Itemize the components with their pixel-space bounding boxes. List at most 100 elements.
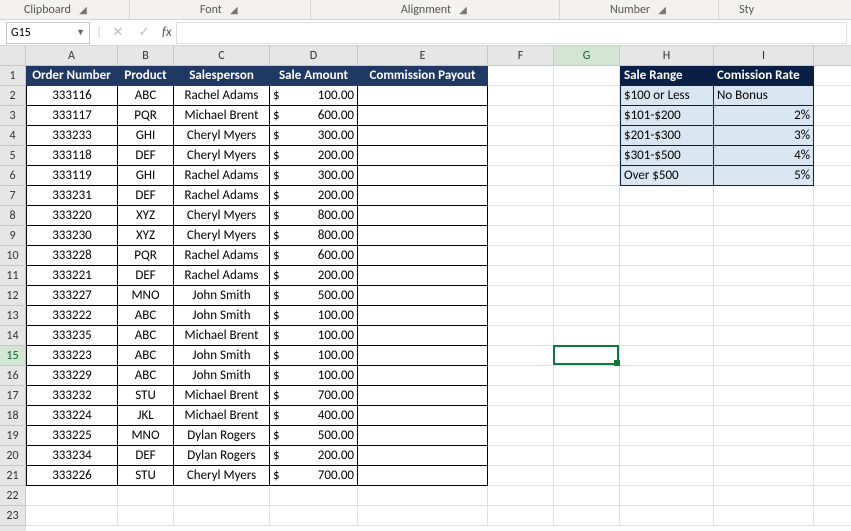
commission-rate[interactable]: 3%	[714, 126, 814, 146]
cell[interactable]	[488, 226, 554, 246]
cell[interactable]	[554, 506, 620, 526]
cell[interactable]	[554, 126, 620, 146]
cell[interactable]	[26, 486, 118, 506]
order-number[interactable]: 333222	[26, 306, 118, 326]
salesperson[interactable]: John Smith	[174, 366, 270, 386]
sale-range[interactable]: $201-$300	[620, 126, 714, 146]
cell[interactable]	[26, 506, 118, 526]
cell[interactable]	[488, 406, 554, 426]
cell[interactable]	[554, 206, 620, 226]
sale-amount[interactable]: $800.00	[270, 206, 358, 226]
sale-amount[interactable]: $600.00	[270, 246, 358, 266]
formula-cancel-icon[interactable]: ✕	[108, 23, 128, 43]
cell[interactable]	[554, 446, 620, 466]
cell[interactable]	[488, 66, 554, 86]
cell[interactable]	[714, 446, 814, 466]
name-box[interactable]: G15 ▼	[6, 22, 90, 44]
sale-amount[interactable]: $100.00	[270, 306, 358, 326]
cell[interactable]	[358, 486, 488, 506]
cell[interactable]	[814, 366, 851, 386]
sale-amount[interactable]: $600.00	[270, 106, 358, 126]
sale-amount[interactable]: $500.00	[270, 426, 358, 446]
row-header-3[interactable]: 3	[0, 106, 26, 126]
col-header-D[interactable]: D	[270, 46, 358, 66]
cell[interactable]	[488, 446, 554, 466]
cell[interactable]	[488, 286, 554, 306]
cell[interactable]	[554, 166, 620, 186]
order-number[interactable]: 333221	[26, 266, 118, 286]
commission-payout[interactable]	[358, 146, 488, 166]
cell[interactable]	[714, 246, 814, 266]
commission-payout[interactable]	[358, 126, 488, 146]
salesperson[interactable]: Michael Brent	[174, 106, 270, 126]
commission-rate[interactable]: 4%	[714, 146, 814, 166]
sale-range[interactable]: $101-$200	[620, 106, 714, 126]
header-salesperson[interactable]: Salesperson	[174, 66, 270, 86]
fx-icon[interactable]: fx	[162, 25, 172, 40]
product[interactable]: PQR	[118, 106, 174, 126]
cell[interactable]	[488, 346, 554, 366]
cell[interactable]	[814, 66, 851, 86]
sale-amount[interactable]: $400.00	[270, 406, 358, 426]
product[interactable]: GHI	[118, 166, 174, 186]
cell[interactable]	[118, 506, 174, 526]
product[interactable]: PQR	[118, 246, 174, 266]
order-number[interactable]: 333234	[26, 446, 118, 466]
cell[interactable]	[270, 486, 358, 506]
cell[interactable]	[714, 286, 814, 306]
cell[interactable]	[554, 146, 620, 166]
sale-amount[interactable]: $100.00	[270, 346, 358, 366]
product[interactable]: GHI	[118, 126, 174, 146]
product[interactable]: ABC	[118, 346, 174, 366]
cell[interactable]	[814, 186, 851, 206]
row-header-19[interactable]: 19	[0, 426, 26, 446]
commission-payout[interactable]	[358, 166, 488, 186]
product[interactable]: DEF	[118, 266, 174, 286]
cell[interactable]	[814, 446, 851, 466]
commission-payout[interactable]	[358, 406, 488, 426]
salesperson[interactable]: Dylan Rogers	[174, 426, 270, 446]
cell[interactable]	[488, 126, 554, 146]
cell[interactable]	[814, 146, 851, 166]
cell[interactable]	[620, 366, 714, 386]
font-dialog-launcher-icon[interactable]: ◢	[228, 4, 240, 16]
row-header-20[interactable]: 20	[0, 446, 26, 466]
order-number[interactable]: 333230	[26, 226, 118, 246]
cell[interactable]	[814, 346, 851, 366]
salesperson[interactable]: Cheryl Myers	[174, 206, 270, 226]
cell[interactable]	[814, 166, 851, 186]
row-header-23[interactable]: 23	[0, 506, 26, 526]
col-header-G[interactable]: G	[554, 46, 620, 66]
cell[interactable]	[814, 326, 851, 346]
cell[interactable]	[814, 466, 851, 486]
commission-payout[interactable]	[358, 246, 488, 266]
number-dialog-launcher-icon[interactable]: ◢	[656, 4, 668, 16]
cell[interactable]	[814, 406, 851, 426]
cell[interactable]	[554, 366, 620, 386]
product[interactable]: STU	[118, 386, 174, 406]
order-number[interactable]: 333119	[26, 166, 118, 186]
cell[interactable]	[714, 346, 814, 366]
cell[interactable]	[714, 326, 814, 346]
cell[interactable]	[814, 206, 851, 226]
header-sale-range[interactable]: Sale Range	[620, 66, 714, 86]
cell[interactable]	[554, 346, 620, 366]
cell[interactable]	[714, 466, 814, 486]
row-header-7[interactable]: 7	[0, 186, 26, 206]
cell[interactable]	[620, 326, 714, 346]
cell[interactable]	[488, 506, 554, 526]
cell[interactable]	[814, 486, 851, 506]
product[interactable]: XYZ	[118, 226, 174, 246]
cell[interactable]	[714, 506, 814, 526]
row-header-16[interactable]: 16	[0, 366, 26, 386]
cell[interactable]	[488, 106, 554, 126]
cell[interactable]	[358, 506, 488, 526]
cell[interactable]	[488, 246, 554, 266]
row-header-8[interactable]: 8	[0, 206, 26, 226]
product[interactable]: DEF	[118, 186, 174, 206]
product[interactable]: ABC	[118, 366, 174, 386]
cell[interactable]	[554, 66, 620, 86]
salesperson[interactable]: Rachel Adams	[174, 186, 270, 206]
cell[interactable]	[488, 326, 554, 346]
order-number[interactable]: 333233	[26, 126, 118, 146]
